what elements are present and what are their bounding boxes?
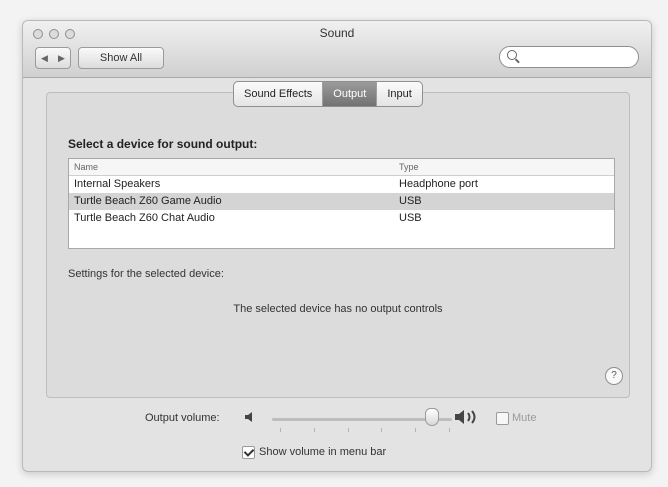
table-row[interactable]: Turtle Beach Z60 Chat Audio USB [69, 210, 614, 227]
volume-slider-ticks [280, 428, 450, 436]
chevron-left-icon[interactable]: ◀ [41, 53, 48, 64]
output-device-heading: Select a device for sound output: [68, 137, 258, 151]
speaker-high-icon [455, 410, 476, 424]
table-row[interactable]: Turtle Beach Z60 Game Audio USB [69, 193, 614, 210]
selected-device-settings-label: Settings for the selected device: [68, 268, 224, 280]
tab-output[interactable]: Output [323, 82, 378, 106]
mute-label: Mute [512, 412, 537, 424]
no-output-controls-message: The selected device has no output contro… [233, 303, 443, 315]
speaker-low-icon [245, 412, 252, 422]
output-panel: Sound Effects Output Input Select a devi… [46, 81, 630, 398]
column-name-header[interactable]: Name [69, 159, 394, 175]
show-volume-label: Show volume in menu bar [259, 446, 387, 458]
output-volume-label: Output volume: [145, 412, 220, 424]
back-forward-buttons: ◀ ▶ [35, 47, 71, 69]
column-type-header[interactable]: Type [394, 159, 614, 175]
title-bar: Sound ◀ ▶ Show All [23, 21, 651, 78]
device-name: Turtle Beach Z60 Game Audio [74, 195, 222, 207]
chevron-right-icon[interactable]: ▶ [58, 53, 65, 64]
table-header: Name Type [69, 159, 614, 176]
output-device-table: Name Type Internal Speakers Headphone po… [68, 158, 615, 249]
tab-sound-effects[interactable]: Sound Effects [234, 82, 324, 106]
volume-slider-thumb[interactable] [424, 408, 439, 426]
show-all-button[interactable]: Show All [78, 47, 164, 69]
search-field[interactable] [499, 46, 639, 68]
table-row[interactable]: Internal Speakers Headphone port [69, 176, 614, 193]
window-title: Sound [319, 26, 355, 40]
sound-tabs: Sound Effects Output Input [233, 81, 423, 107]
help-button[interactable]: ? [605, 367, 623, 385]
device-name: Internal Speakers [74, 178, 161, 190]
device-name: Turtle Beach Z60 Chat Audio [74, 212, 215, 224]
device-type: Headphone port [399, 178, 478, 190]
device-type: USB [399, 195, 422, 207]
device-type: USB [399, 212, 422, 224]
tab-input[interactable]: Input [377, 82, 421, 106]
show-volume-checkbox[interactable] [242, 446, 255, 459]
mute-checkbox[interactable] [496, 412, 509, 425]
search-icon [507, 50, 517, 60]
